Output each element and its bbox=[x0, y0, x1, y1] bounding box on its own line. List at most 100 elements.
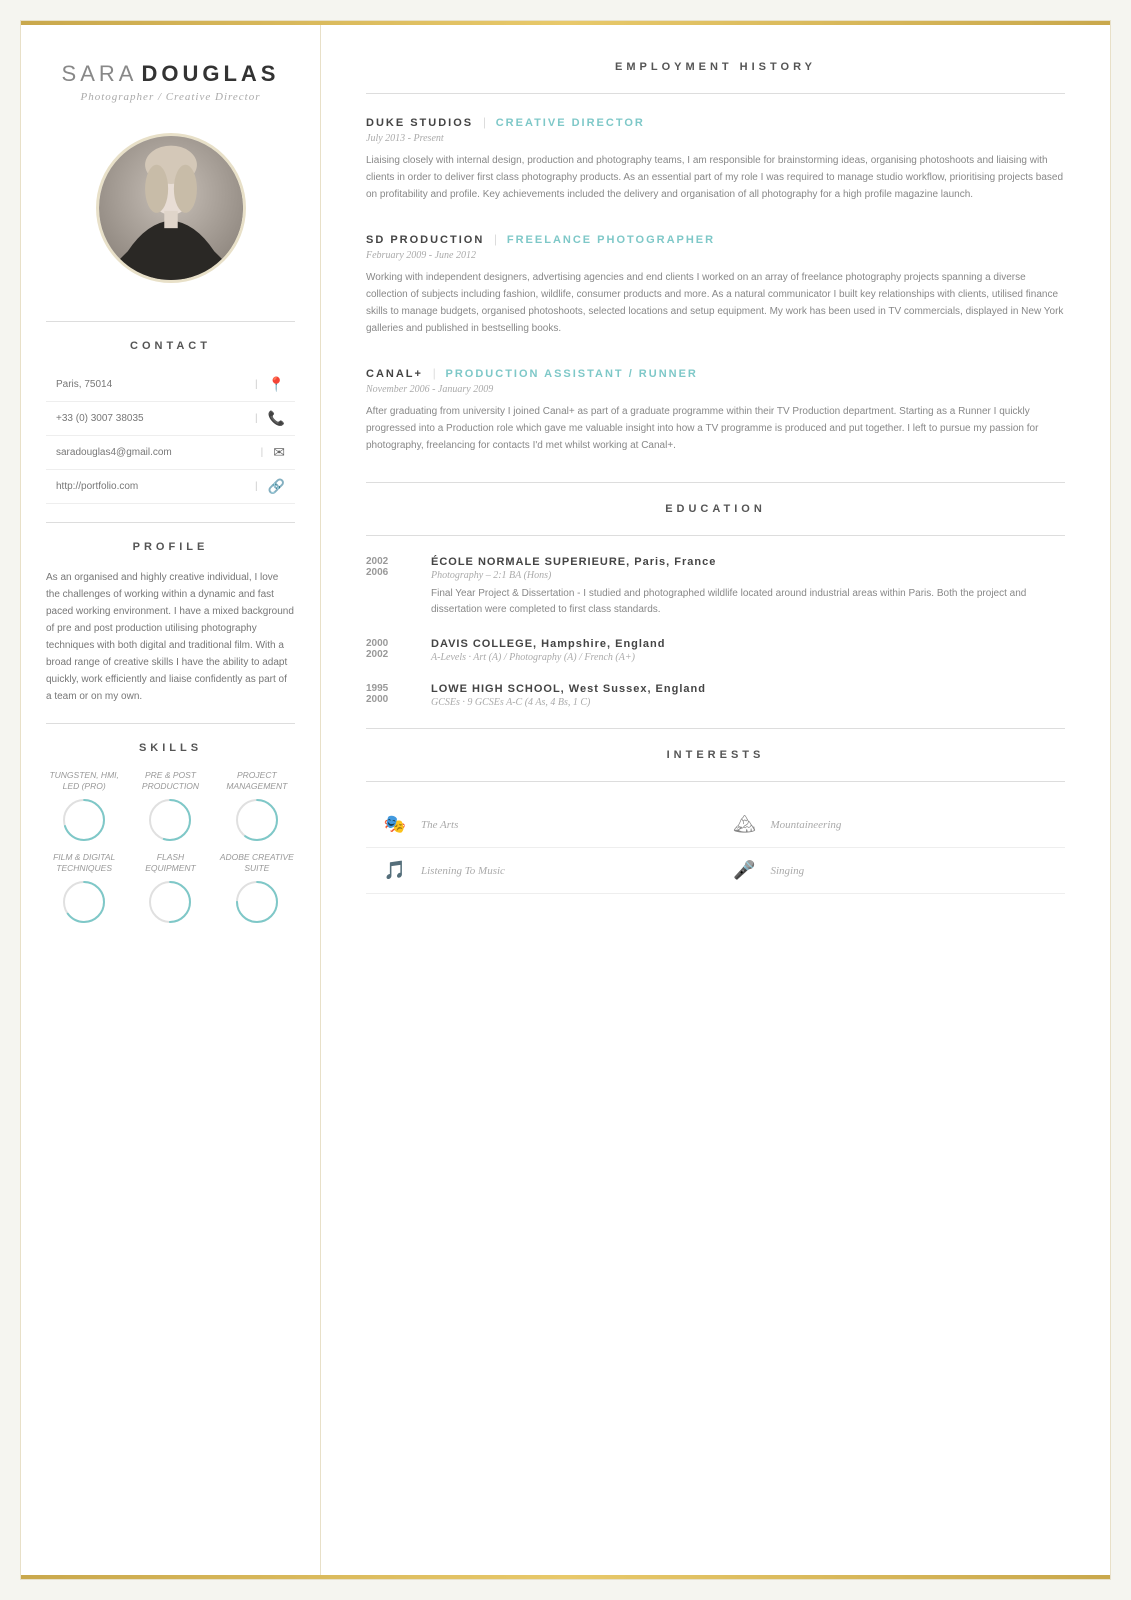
skill-item: FILM & DIGITAL TECHNIQUES bbox=[46, 852, 122, 924]
contact-divider-2: | bbox=[255, 413, 258, 424]
interest-label: Listening To Music bbox=[421, 865, 505, 877]
left-column: SARA DOUGLAS Photographer / Creative Dir… bbox=[21, 21, 321, 1579]
job-dates: July 2013 - Present bbox=[366, 133, 1065, 144]
interests-top-divider bbox=[366, 728, 1065, 729]
company-name: DUKE STUDIOS bbox=[366, 117, 473, 129]
interests-grid: 🎭 The Arts 🏔 Mountaineering 🎵 Listening To Mu… bbox=[366, 802, 1065, 894]
skill-label: FILM & DIGITAL TECHNIQUES bbox=[46, 852, 122, 874]
contact-phone-text: +33 (0) 3007 38035 bbox=[56, 413, 245, 424]
skill-label: FLASH EQUIPMENT bbox=[132, 852, 208, 874]
edu-year-end: 2000 bbox=[366, 694, 411, 705]
contact-email-text: saradouglas4@gmail.com bbox=[56, 447, 251, 458]
edu-degree: Photography – 2:1 BA (Hons) bbox=[431, 570, 1065, 581]
interests-header: INTERESTS bbox=[366, 749, 1065, 761]
job-desc: Liaising closely with internal design, p… bbox=[366, 152, 1065, 203]
phone-icon: 📞 bbox=[268, 410, 285, 427]
job-role: PRODUCTION ASSISTANT / RUNNER bbox=[446, 368, 698, 380]
education-container: 2002 2006 ÉCOLE NORMALE SUPERIEURE, Pari… bbox=[366, 556, 1065, 708]
contact-list: Paris, 75014 | 📍 +33 (0) 3007 38035 | 📞 … bbox=[46, 368, 295, 504]
contact-address: Paris, 75014 | 📍 bbox=[46, 368, 295, 402]
pipe: | bbox=[483, 114, 486, 130]
edu-school: LOWE HIGH SCHOOL, West Sussex, England bbox=[431, 683, 1065, 695]
divider-after-profile bbox=[46, 723, 295, 724]
edu-block: 1995 2000 LOWE HIGH SCHOOL, West Sussex,… bbox=[366, 683, 1065, 708]
edu-content: LOWE HIGH SCHOOL, West Sussex, England G… bbox=[431, 683, 1065, 708]
edu-year-end: 2002 bbox=[366, 649, 411, 660]
job-dates: November 2006 - January 2009 bbox=[366, 384, 1065, 395]
job-title: Photographer / Creative Director bbox=[62, 91, 280, 103]
interest-item: 🎵 Listening To Music bbox=[366, 848, 716, 894]
skill-circle bbox=[235, 798, 279, 842]
employment-header: EMPLOYMENT HISTORY bbox=[366, 61, 1065, 73]
edu-school: DAVIS COLLEGE, Hampshire, England bbox=[431, 638, 1065, 650]
edu-year-start: 2000 bbox=[366, 638, 411, 649]
job-role: FREELANCE PHOTOGRAPHER bbox=[507, 234, 715, 246]
edu-degree: GCSEs · 9 GCSEs A-C (4 As, 4 Bs, 1 C) bbox=[431, 697, 1065, 708]
interest-label: Mountaineering bbox=[771, 819, 842, 831]
contact-title: CONTACT bbox=[130, 340, 211, 352]
job-block: DUKE STUDIOS | CREATIVE DIRECTOR July 20… bbox=[366, 114, 1065, 203]
mountain-icon: 🏔 bbox=[731, 814, 759, 835]
contact-divider: | bbox=[255, 379, 258, 390]
theater-icon: 🎭 bbox=[381, 814, 409, 835]
profile-text: As an organised and highly creative indi… bbox=[46, 569, 295, 705]
job-title-row: CANAL+ | PRODUCTION ASSISTANT / RUNNER bbox=[366, 365, 1065, 381]
contact-phone: +33 (0) 3007 38035 | 📞 bbox=[46, 402, 295, 436]
job-role: CREATIVE DIRECTOR bbox=[496, 117, 645, 129]
skill-label: ADOBE CREATIVE SUITE bbox=[219, 852, 295, 874]
edu-row: 2002 2006 ÉCOLE NORMALE SUPERIEURE, Pari… bbox=[366, 556, 1065, 618]
interest-item: 🏔 Mountaineering bbox=[716, 802, 1066, 848]
email-icon: ✉ bbox=[273, 444, 285, 461]
contact-address-text: Paris, 75014 bbox=[56, 379, 245, 390]
first-name: SARA bbox=[62, 61, 138, 86]
edu-content: ÉCOLE NORMALE SUPERIEURE, Paris, France … bbox=[431, 556, 1065, 618]
edu-content: DAVIS COLLEGE, Hampshire, England A-Leve… bbox=[431, 638, 1065, 663]
company-name: SD PRODUCTION bbox=[366, 234, 484, 246]
profile-title: PROFILE bbox=[133, 541, 209, 553]
edu-block: 2000 2002 DAVIS COLLEGE, Hampshire, Engl… bbox=[366, 638, 1065, 663]
job-desc: Working with independent designers, adve… bbox=[366, 269, 1065, 337]
edu-row: 2000 2002 DAVIS COLLEGE, Hampshire, Engl… bbox=[366, 638, 1065, 663]
edu-block: 2002 2006 ÉCOLE NORMALE SUPERIEURE, Pari… bbox=[366, 556, 1065, 618]
contact-website-text: http://portfolio.com bbox=[56, 481, 245, 492]
edu-year-start: 2002 bbox=[366, 556, 411, 567]
skill-circle bbox=[235, 880, 279, 924]
interest-label: Singing bbox=[771, 865, 805, 877]
edu-year-start: 1995 bbox=[366, 683, 411, 694]
right-column: EMPLOYMENT HISTORY DUKE STUDIOS | CREATI… bbox=[321, 21, 1110, 1579]
skill-item: FLASH EQUIPMENT bbox=[132, 852, 208, 924]
interests-divider bbox=[366, 781, 1065, 782]
skill-label: TUNGSTEN, HMI, LED (PRO) bbox=[46, 770, 122, 792]
pipe: | bbox=[433, 365, 436, 381]
skill-item: PRE & POST PRODUCTION bbox=[132, 770, 208, 842]
divider-after-photo bbox=[46, 321, 295, 322]
resume-container: SARA DOUGLAS Photographer / Creative Dir… bbox=[20, 20, 1111, 1580]
name-section: SARA DOUGLAS Photographer / Creative Dir… bbox=[62, 61, 280, 103]
education-header: EDUCATION bbox=[366, 503, 1065, 515]
edu-detail: Final Year Project & Dissertation - I st… bbox=[431, 586, 1065, 618]
edu-row: 1995 2000 LOWE HIGH SCHOOL, West Sussex,… bbox=[366, 683, 1065, 708]
edu-school: ÉCOLE NORMALE SUPERIEURE, Paris, France bbox=[431, 556, 1065, 568]
music-icon: 🎵 bbox=[381, 860, 409, 881]
skill-item: TUNGSTEN, HMI, LED (PRO) bbox=[46, 770, 122, 842]
job-block: SD PRODUCTION | FREELANCE PHOTOGRAPHER F… bbox=[366, 231, 1065, 337]
interest-item: 🎤Singing bbox=[716, 848, 1066, 894]
job-block: CANAL+ | PRODUCTION ASSISTANT / RUNNER N… bbox=[366, 365, 1065, 454]
contact-email: saradouglas4@gmail.com | ✉ bbox=[46, 436, 295, 470]
location-icon: 📍 bbox=[268, 376, 285, 393]
edu-degree: A-Levels · Art (A) / Photography (A) / F… bbox=[431, 652, 1065, 663]
interest-label: The Arts bbox=[421, 819, 458, 831]
job-title-row: SD PRODUCTION | FREELANCE PHOTOGRAPHER bbox=[366, 231, 1065, 247]
job-desc: After graduating from university I joine… bbox=[366, 403, 1065, 454]
last-name: DOUGLAS bbox=[141, 61, 279, 86]
contact-divider-4: | bbox=[255, 481, 258, 492]
job-title-row: DUKE STUDIOS | CREATIVE DIRECTOR bbox=[366, 114, 1065, 130]
skills-grid: TUNGSTEN, HMI, LED (PRO) PRE & POST PRODU… bbox=[46, 770, 295, 924]
skill-circle bbox=[62, 880, 106, 924]
divider-after-contact bbox=[46, 522, 295, 523]
skill-label: PROJECT MANAGEMENT bbox=[219, 770, 295, 792]
pipe: | bbox=[494, 231, 497, 247]
skill-circle bbox=[148, 880, 192, 924]
contact-divider-3: | bbox=[261, 447, 264, 458]
profile-photo bbox=[96, 133, 246, 283]
